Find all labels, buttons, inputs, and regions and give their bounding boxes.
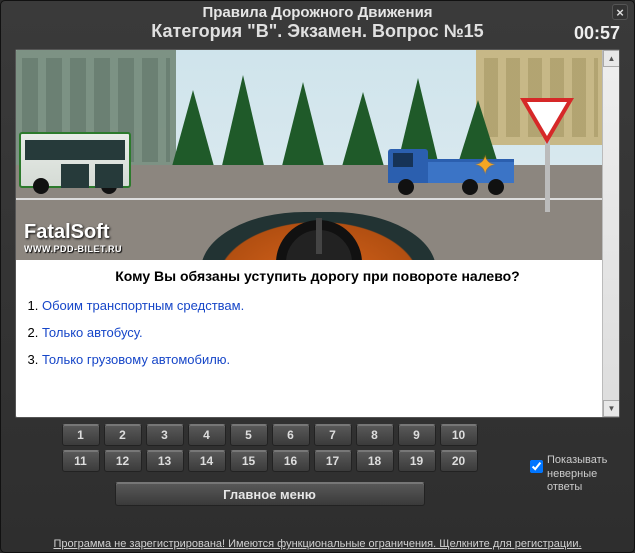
nav-q6[interactable]: 6 <box>272 424 310 446</box>
yield-sign-graphic <box>520 98 574 146</box>
nav-q17[interactable]: 17 <box>314 450 352 472</box>
nav-q4[interactable]: 4 <box>188 424 226 446</box>
nav-q11[interactable]: 11 <box>62 450 100 472</box>
watermark-url: WWW.PDD-BILET.RU <box>24 244 122 254</box>
close-button[interactable]: × <box>612 4 628 20</box>
header: Правила Дорожного Движения Категория "B"… <box>1 1 634 42</box>
scroll-down-icon[interactable]: ▼ <box>603 400 620 417</box>
nav-q2[interactable]: 2 <box>104 424 142 446</box>
show-wrong-answers: Показывать неверные ответы <box>530 454 626 494</box>
nav-q16[interactable]: 16 <box>272 450 310 472</box>
nav-q9[interactable]: 9 <box>398 424 436 446</box>
nav-q18[interactable]: 18 <box>356 450 394 472</box>
scroll-up-icon[interactable]: ▲ <box>603 50 620 67</box>
app-window: × Правила Дорожного Движения Категория "… <box>0 0 635 553</box>
registration-notice[interactable]: Программа не зарегистрирована! Имеются ф… <box>1 538 634 550</box>
nav-q7[interactable]: 7 <box>314 424 352 446</box>
question-text: Кому Вы обязаны уступить дорогу при пово… <box>16 260 619 288</box>
question-image: ✦ ✦ ◀▶ FatalSoft WWW.PDD-BILET.RU <box>16 50 606 260</box>
nav-q15[interactable]: 15 <box>230 450 268 472</box>
nav-q8[interactable]: 8 <box>356 424 394 446</box>
nav-q5[interactable]: 5 <box>230 424 268 446</box>
show-wrong-answers-text: Показывать неверные ответы <box>547 454 626 494</box>
watermark: FatalSoft WWW.PDD-BILET.RU <box>24 221 122 254</box>
nav-q3[interactable]: 3 <box>146 424 184 446</box>
content-pane: ✦ ✦ ◀▶ FatalSoft WWW.PDD-BILET.RU Кому В… <box>15 49 620 418</box>
truck-graphic <box>388 136 518 191</box>
answer-option[interactable]: Только грузовому автомобилю. <box>42 346 607 373</box>
watermark-brand: FatalSoft <box>24 221 122 244</box>
app-title: Правила Дорожного Движения <box>1 4 634 21</box>
marker-icon: ✦ <box>474 150 496 181</box>
nav-q13[interactable]: 13 <box>146 450 184 472</box>
question-title: Категория "B". Экзамен. Вопрос №15 <box>1 21 634 42</box>
nav-q12[interactable]: 12 <box>104 450 142 472</box>
bus-graphic <box>19 132 131 188</box>
nav-q14[interactable]: 14 <box>188 450 226 472</box>
show-wrong-answers-label[interactable]: Показывать неверные ответы <box>530 454 626 494</box>
main-menu-button[interactable]: Главное меню <box>115 482 425 506</box>
timer: 00:57 <box>574 23 620 44</box>
question-navigator: 1 2 3 4 5 6 7 8 9 10 11 12 13 14 15 16 1… <box>15 420 524 530</box>
scrollbar[interactable]: ▲ ▼ <box>602 50 619 417</box>
show-wrong-answers-checkbox[interactable] <box>530 460 543 473</box>
nav-q10[interactable]: 10 <box>440 424 478 446</box>
answer-option[interactable]: Только автобусу. <box>42 319 607 346</box>
nav-q1[interactable]: 1 <box>62 424 100 446</box>
nav-q20[interactable]: 20 <box>440 450 478 472</box>
answer-option[interactable]: Обоим транспортным средствам. <box>42 292 607 319</box>
nav-q19[interactable]: 19 <box>398 450 436 472</box>
answer-list: Обоим транспортным средствам. Только авт… <box>16 288 619 381</box>
